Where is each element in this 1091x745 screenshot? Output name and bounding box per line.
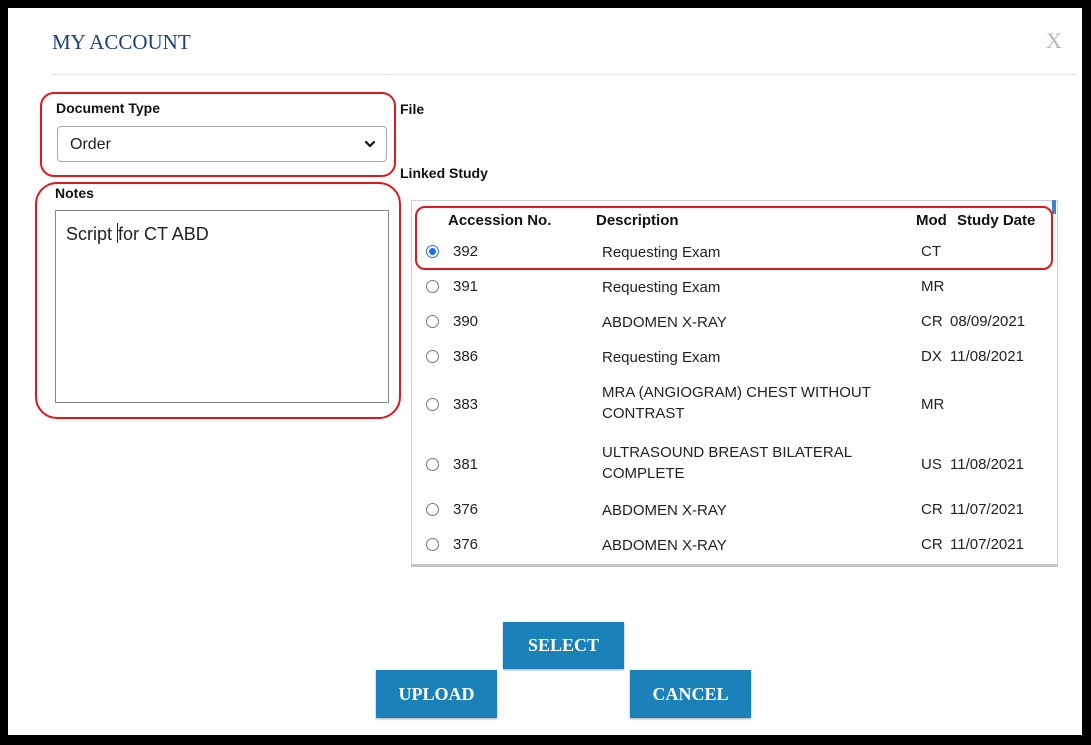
accession-cell: 376 xyxy=(453,501,479,518)
modality-cell: US xyxy=(921,456,942,473)
study-date-cell: 11/08/2021 xyxy=(950,348,1024,365)
description-cell: ABDOMEN X-RAY xyxy=(602,500,727,521)
accession-cell: 383 xyxy=(453,396,479,413)
description-cell: Requesting Exam xyxy=(602,277,720,298)
study-date-cell: 11/08/2021 xyxy=(950,456,1024,473)
notes-highlight xyxy=(35,182,401,419)
document-type-highlight xyxy=(40,92,396,177)
selected-row-highlight xyxy=(415,206,1053,270)
description-cell: ULTRASOUND BREAST BILATERAL COMPLETE xyxy=(602,442,852,484)
accession-cell: 386 xyxy=(453,348,479,365)
row-radio[interactable] xyxy=(426,538,439,551)
modality-cell: DX xyxy=(921,348,942,365)
row-radio[interactable] xyxy=(426,458,439,471)
description-cell: Requesting Exam xyxy=(602,347,720,368)
description-line: CONTRAST xyxy=(602,405,685,422)
row-radio[interactable] xyxy=(426,315,439,328)
close-icon[interactable]: X xyxy=(1046,28,1062,54)
study-date-cell: 11/07/2021 xyxy=(950,501,1024,518)
description-line: ABDOMEN X-RAY xyxy=(602,537,727,554)
accession-cell: 391 xyxy=(453,278,479,295)
modality-cell: MR xyxy=(921,396,945,413)
study-date-cell: 08/09/2021 xyxy=(950,313,1026,330)
description-cell: ABDOMEN X-RAY xyxy=(602,535,727,556)
description-line: ABDOMEN X-RAY xyxy=(602,502,727,519)
file-label: File xyxy=(400,101,425,117)
description-line: Requesting Exam xyxy=(602,349,721,366)
header-divider xyxy=(52,74,1076,75)
linked-study-label: Linked Study xyxy=(400,165,488,181)
description-cell: MRA (ANGIOGRAM) CHEST WITHOUT CONTRAST xyxy=(602,382,871,424)
dialog-title: MY ACCOUNT xyxy=(52,30,191,54)
modality-cell: CR xyxy=(921,536,943,553)
description-cell: ABDOMEN X-RAY xyxy=(602,312,727,333)
row-radio[interactable] xyxy=(426,280,439,293)
description-line: ABDOMEN X-RAY xyxy=(602,314,727,331)
upload-button[interactable]: UPLOAD xyxy=(376,670,497,718)
modality-cell: CR xyxy=(921,313,943,330)
accession-cell: 390 xyxy=(453,313,479,330)
cancel-button[interactable]: CANCEL xyxy=(630,670,751,718)
modality-cell: MR xyxy=(921,278,945,295)
row-radio[interactable] xyxy=(426,350,439,363)
modality-cell: CR xyxy=(921,501,943,518)
description-line: COMPLETE xyxy=(602,465,685,482)
row-radio[interactable] xyxy=(426,398,439,411)
accession-cell: 376 xyxy=(453,536,479,553)
row-radio[interactable] xyxy=(426,503,439,516)
description-line: ULTRASOUND BREAST BILATERAL xyxy=(602,444,853,461)
accession-cell: 381 xyxy=(453,456,479,473)
study-date-cell: 11/07/2021 xyxy=(950,536,1024,553)
scrollbar-thumb[interactable] xyxy=(1052,200,1056,214)
description-line: MRA (ANGIOGRAM) CHEST WITHOUT xyxy=(602,384,871,401)
select-button[interactable]: SELECT xyxy=(503,622,624,669)
description-line: Requesting Exam xyxy=(602,279,721,296)
